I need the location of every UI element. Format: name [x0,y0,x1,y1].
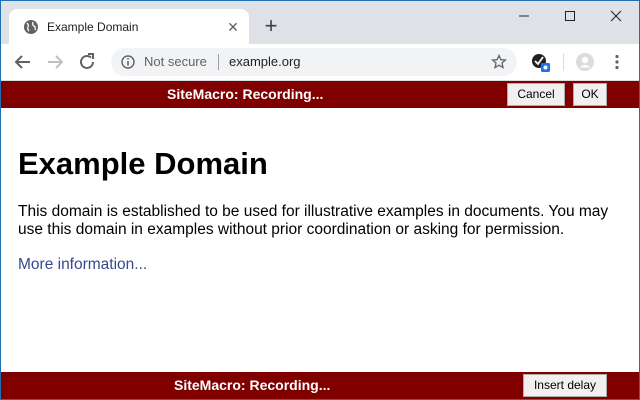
close-window-button[interactable] [593,1,639,31]
toolbar-divider [563,53,564,71]
browser-toolbar: Not secure example.org [1,44,639,81]
new-tab-button[interactable]: + [259,15,283,39]
recording-bar-bottom: SiteMacro: Recording... Insert delay [1,372,639,399]
more-information-link[interactable]: More information... [18,256,147,274]
forward-arrow-icon[interactable] [43,50,67,74]
page-title: Example Domain [18,146,268,181]
tab-example-domain[interactable]: Example Domain ✕ [9,9,249,44]
more-menu-icon[interactable] [607,52,627,72]
reload-icon[interactable] [75,50,99,74]
browser-window: Example Domain ✕ + Not secure example.or… [0,0,640,400]
recording-bar-top: SiteMacro: Recording... Cancel OK [1,81,639,108]
ok-button[interactable]: OK [573,83,607,106]
back-arrow-icon[interactable] [11,50,35,74]
minimize-button[interactable] [501,1,547,31]
profile-avatar-icon[interactable] [575,52,595,72]
cancel-button[interactable]: Cancel [507,83,565,106]
globe-icon [23,19,39,35]
extension-icon[interactable] [531,53,551,73]
tab-close-icon[interactable]: ✕ [225,19,241,35]
recording-status: SiteMacro: Recording... [167,86,324,102]
bookmark-star-icon[interactable] [491,53,507,70]
insert-delay-button[interactable]: Insert delay [523,374,607,397]
address-bar[interactable]: Not secure example.org [111,48,517,76]
tab-title: Example Domain [47,20,139,34]
tab-strip: Example Domain ✕ + [1,1,639,44]
security-status: Not secure [144,54,207,69]
omnibox-divider [218,54,219,70]
maximize-button[interactable] [547,1,593,31]
info-icon[interactable] [121,55,135,69]
url-text[interactable]: example.org [229,54,301,70]
page-content: Example Domain This domain is establishe… [1,108,639,372]
page-description: This domain is established to be used fo… [18,203,609,238]
recording-status-bottom: SiteMacro: Recording... [174,377,331,393]
